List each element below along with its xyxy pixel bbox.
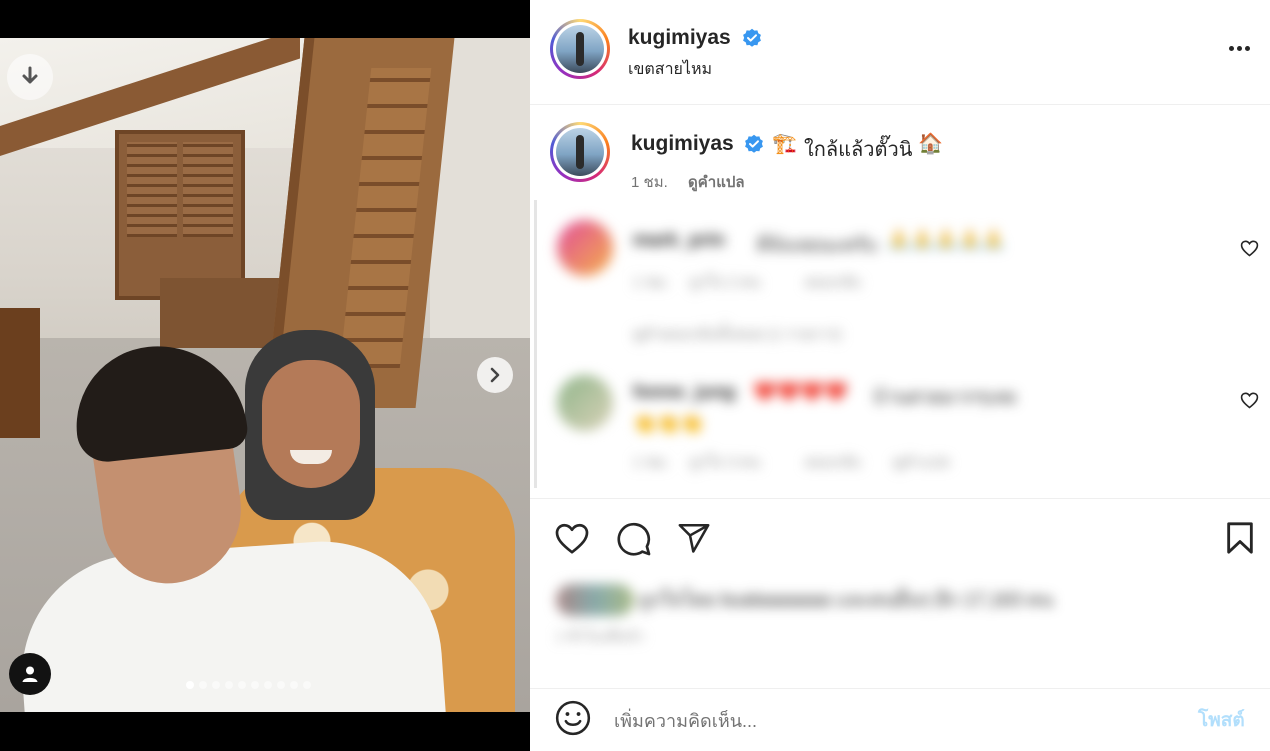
more-horizontal-icon [1228, 45, 1234, 51]
post-date: 1 ชั่วโมงที่แล้ว [556, 628, 644, 644]
comment-icon[interactable] [616, 521, 652, 557]
comment-composer: โพสต์ [530, 688, 1270, 751]
post-header: kugimiyas เขตสายไหม [530, 0, 1270, 105]
see-translation-link[interactable]: ดูคำแปล [688, 170, 745, 194]
likes-summary-text: ถูกใจโดย bualaaaaaaa และคนอื่นๆ อีก 17,1… [638, 590, 1053, 611]
post-comment-button[interactable]: โพสต์ [1198, 705, 1245, 735]
post-detail-panel: kugimiyas เขตสายไหม kugimiyas 🏗️ ใกล้แล้… [530, 0, 1270, 751]
caption-text: ใกล้แล้วตั๊วนิ [804, 139, 913, 161]
carousel-dot [251, 681, 259, 689]
avatar[interactable] [550, 19, 610, 79]
comment-text: ดีจังเลยนะครับ [757, 235, 878, 256]
carousel-dots [186, 681, 311, 689]
comment-emojis: 🙏🙏🙏🙏🙏 [887, 230, 1006, 251]
comment-username[interactable]: fonne_jung [633, 382, 735, 404]
emoji-icon[interactable] [554, 699, 592, 737]
share-icon[interactable] [676, 521, 712, 555]
comment-username[interactable]: mark_prin [633, 230, 725, 252]
user-tag-button[interactable] [9, 653, 51, 695]
likes-summary[interactable]: ถูกใจโดย bualaaaaaaa และคนอื่นๆ อีก 17,1… [556, 584, 1053, 616]
avatar-image [556, 25, 604, 73]
carousel-dot [199, 681, 207, 689]
caption-timestamp[interactable]: 1 ชม. [631, 170, 668, 194]
like-comment-heart-icon[interactable] [1240, 239, 1259, 257]
heart-icon[interactable] [554, 521, 590, 555]
reply-button[interactable]: ตอบกลับ [805, 450, 861, 474]
avatar[interactable] [557, 375, 613, 431]
view-replies-button[interactable]: ดูคำตอบกลับทั้งหมด (1 รายการ) [633, 322, 842, 346]
post-location[interactable]: เขตสายไหม [628, 57, 712, 82]
post-photo[interactable] [0, 38, 530, 712]
comment-likes[interactable]: ถูกใจ 3 คน [689, 450, 760, 474]
carousel-dot [277, 681, 285, 689]
comment-emojis-line2: 👏👏👏 [633, 414, 704, 435]
comment-time: 1 ชม. [633, 274, 670, 291]
chevron-right-icon [490, 367, 500, 383]
comment-time: 1 ชม. [633, 454, 670, 471]
like-comment-heart-icon[interactable] [1240, 391, 1259, 409]
carousel-dot [225, 681, 233, 689]
verified-badge-icon [743, 28, 761, 47]
verified-badge-icon [745, 134, 763, 153]
header-username[interactable]: kugimiyas [628, 26, 731, 50]
bookmark-icon[interactable] [1224, 521, 1256, 555]
comment-text: บ้านสวยมากๆเลย [873, 387, 1017, 408]
caption-emoji-construction: 🏗️ [772, 133, 797, 155]
download-icon[interactable] [7, 54, 53, 100]
carousel-next-button[interactable] [477, 357, 513, 393]
photo-left-frame [0, 308, 40, 438]
comment-input[interactable] [614, 703, 1174, 739]
carousel-dot [238, 681, 246, 689]
caption-username[interactable]: kugimiyas [631, 132, 734, 156]
carousel-dot [290, 681, 298, 689]
photo-cabinet [115, 130, 245, 300]
reply-button[interactable]: ตอบกลับ [805, 270, 861, 294]
liker-avatars [556, 584, 634, 616]
avatar-image [556, 128, 604, 176]
see-translation-link[interactable]: ดูคำแปล [893, 450, 950, 474]
carousel-dot [186, 681, 194, 689]
comments-list: mark_prin ดีจังเลยนะครับ 🙏🙏🙏🙏🙏 1 ชม. ถูก… [534, 200, 1270, 488]
carousel-dot [303, 681, 311, 689]
caption-avatar[interactable] [550, 122, 610, 182]
post-media-pane [0, 0, 530, 751]
comment-emojis: ❤️❤️❤️❤️ [753, 382, 848, 403]
user-tag-icon [22, 666, 38, 682]
avatar[interactable] [557, 220, 613, 276]
caption-emoji-house: 🏠 [918, 133, 943, 155]
carousel-dot [264, 681, 272, 689]
carousel-dot [212, 681, 220, 689]
comment-likes[interactable]: ถูกใจ 2 คน [689, 270, 760, 294]
photo-woman-face [262, 360, 360, 488]
more-options-button[interactable] [1224, 36, 1254, 60]
